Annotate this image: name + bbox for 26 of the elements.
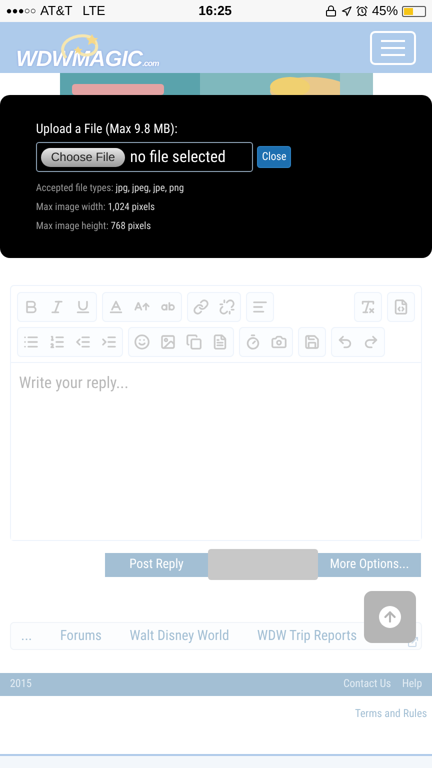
choose-file-button[interactable]: Choose File (41, 148, 126, 166)
more-options-button[interactable]: More Options... (318, 552, 421, 576)
terms-link[interactable]: Terms and Rules (355, 706, 427, 722)
battery-percent: 45% (372, 2, 398, 20)
signal-strength: ●●●○○ (6, 4, 36, 18)
footer-link[interactable]: Contact Us (343, 676, 392, 693)
breadcrumb-link[interactable]: WDW Trip Reports (257, 626, 357, 646)
file-input[interactable]: Choose File no file selected (36, 142, 253, 172)
upload-note: Max image height: 768 pixels (36, 220, 152, 234)
post-reply-button[interactable]: Post Reply (105, 552, 208, 576)
clock-time: 16:25 (198, 2, 232, 20)
close-button[interactable]: Close (257, 146, 292, 168)
breadcrumb-link[interactable]: Walt Disney World (130, 626, 230, 646)
file-status: no file selected (130, 146, 226, 168)
upload-note: Accepted file types: jpg, jpeg, jpe, png (36, 182, 185, 196)
copyright-year: 2015 (10, 676, 32, 692)
upload-note: Max image width: 1,024 pixels (36, 201, 156, 215)
reply-editor[interactable]: Write your reply... (10, 285, 422, 541)
site-logo[interactable]: WDWMAGIC.com (16, 26, 159, 70)
network-type: LTE (82, 2, 106, 20)
breadcrumb-link[interactable]: ... (21, 626, 32, 646)
breadcrumb-link[interactable]: Forums (60, 626, 102, 646)
carrier-name: AT&T (40, 2, 72, 20)
reply-field[interactable]: Write your reply... (11, 362, 421, 540)
upload-title: Upload a File (Max 9.8 MB): (36, 122, 179, 138)
footer-link[interactable]: Help (402, 676, 422, 693)
